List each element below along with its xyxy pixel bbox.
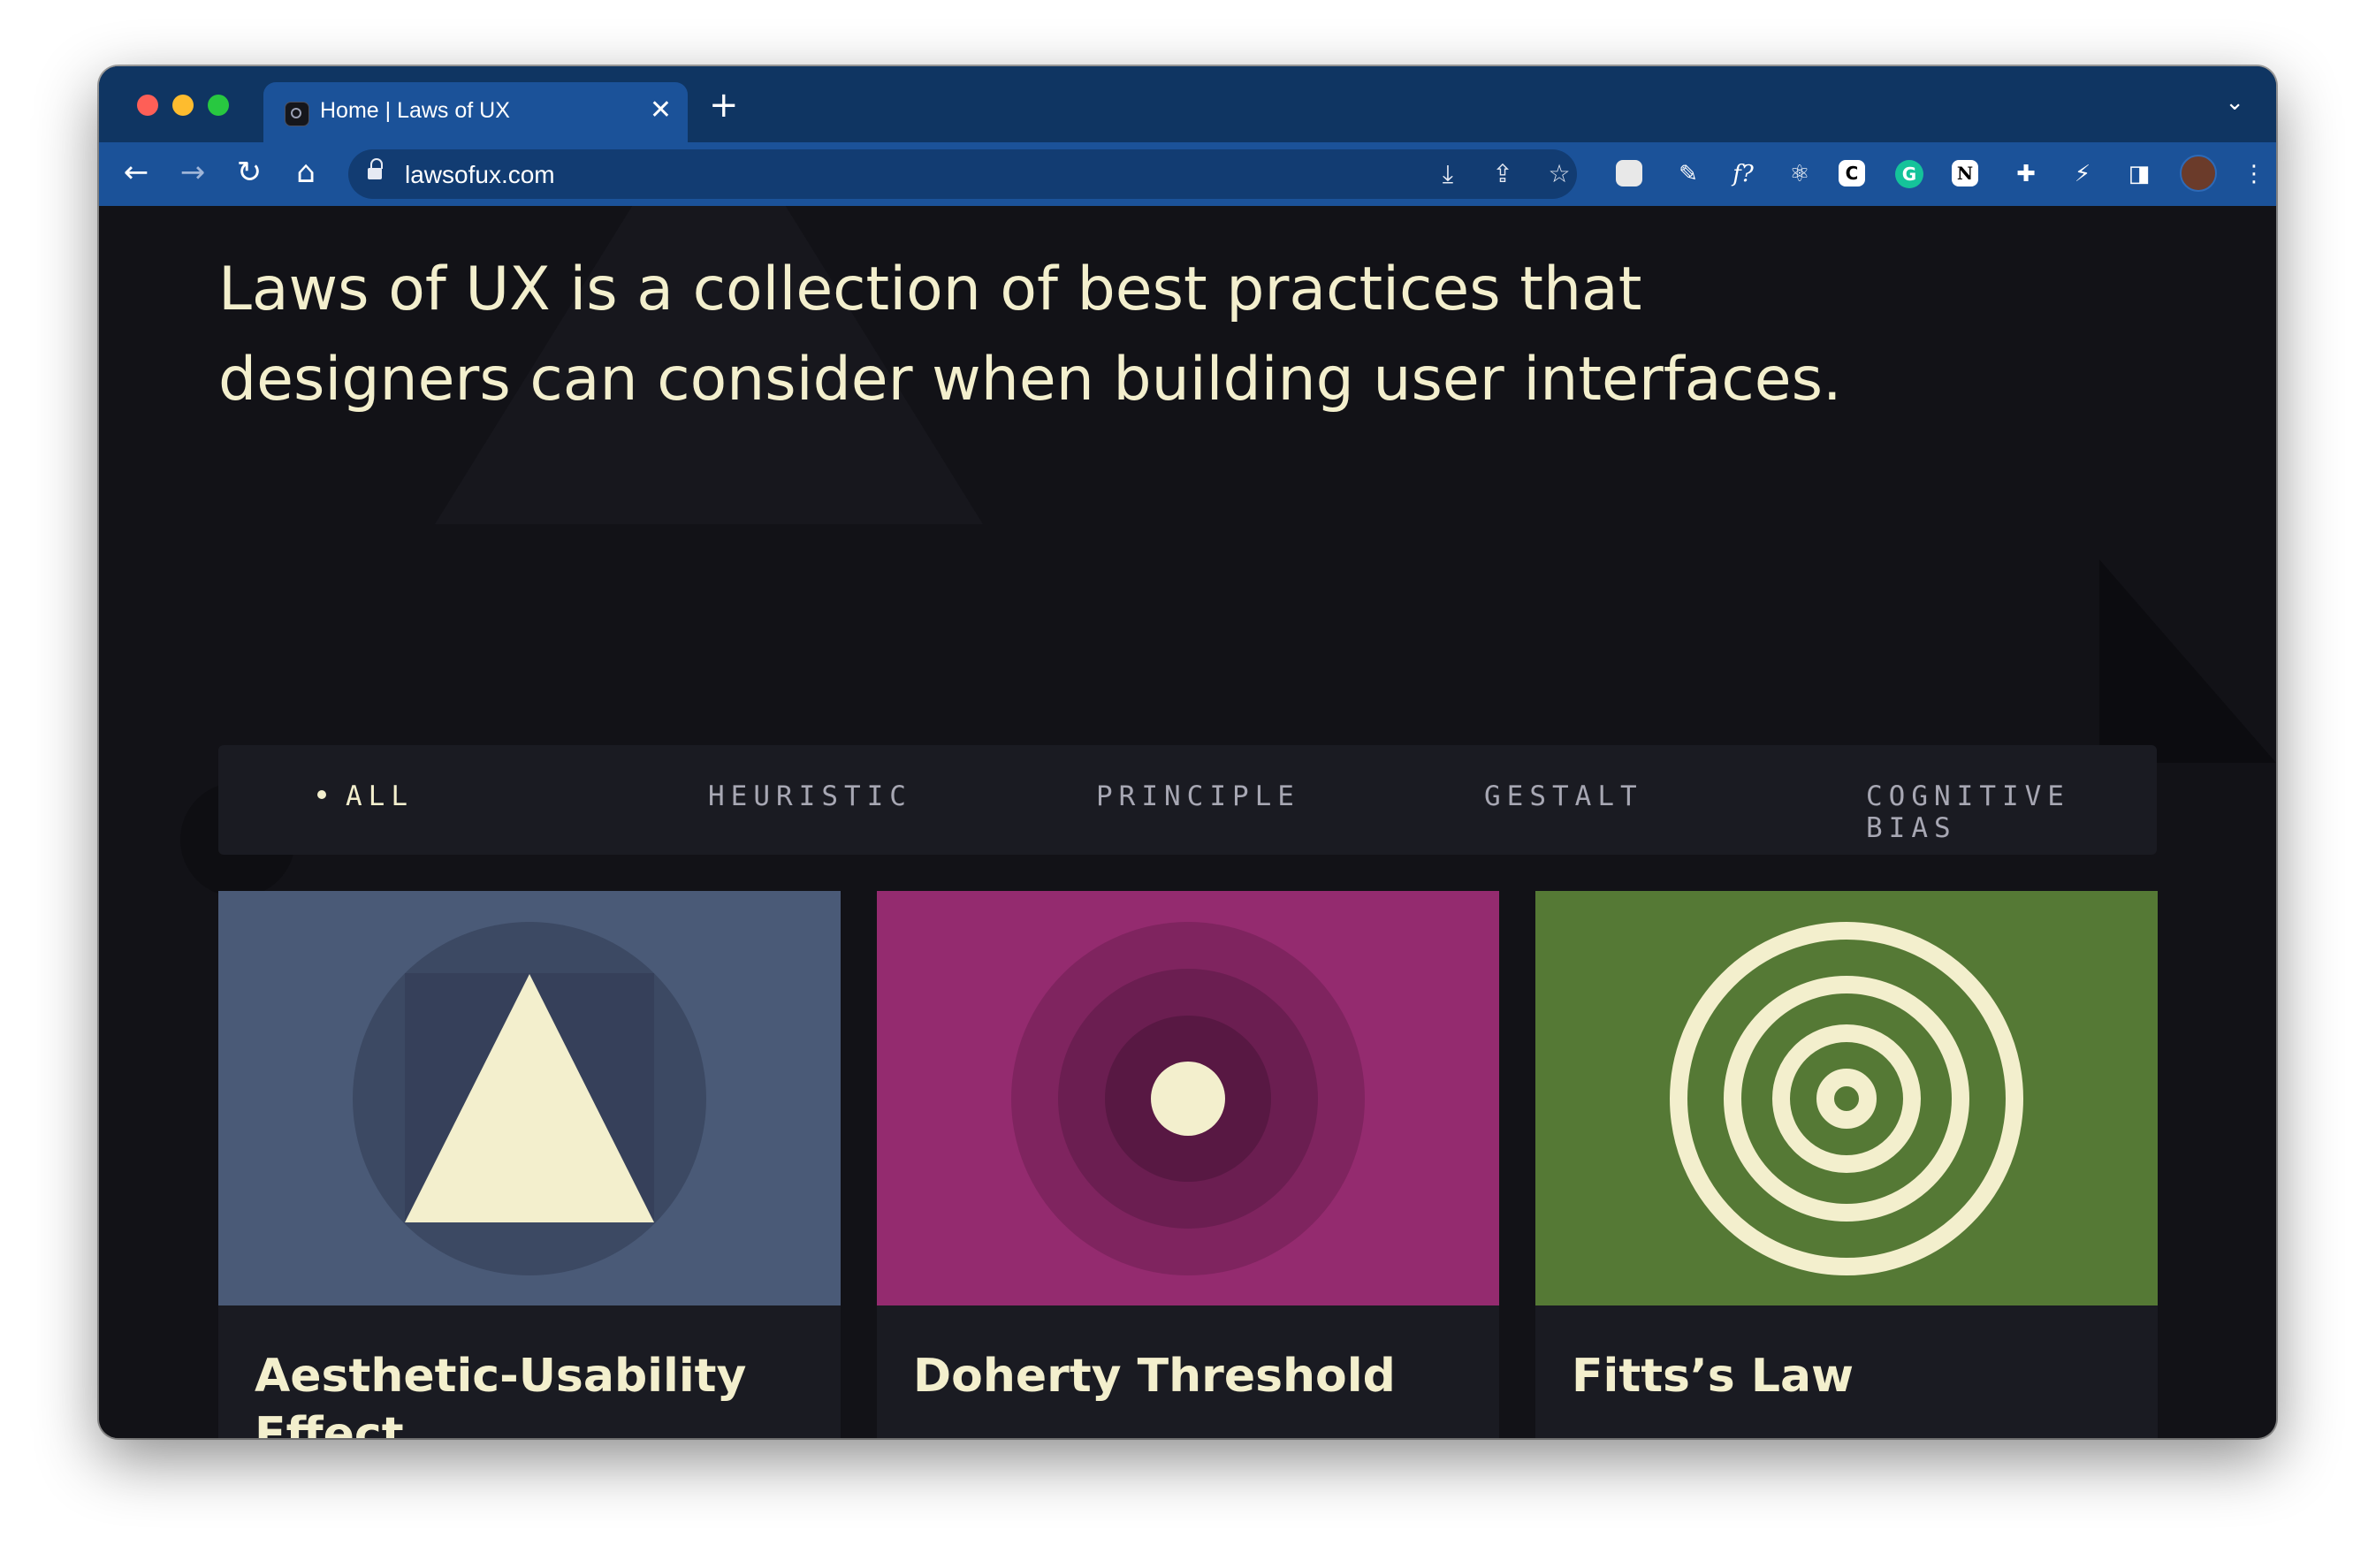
law-card-doherty-threshold[interactable]: Doherty Threshold Productivity soars whe… <box>877 891 1499 1438</box>
extension-notion-icon[interactable]: N <box>1952 160 1978 186</box>
address-bar[interactable]: lawsofux.com ⤓ ⇪ ☆ <box>348 149 1577 199</box>
card-description: Productivity soars when a <box>913 1428 1479 1438</box>
maximize-window-button[interactable] <box>208 95 229 116</box>
extension-eyedropper-icon[interactable]: ✎ <box>1671 156 1706 192</box>
card-description: The time to acquire a target is a <box>1572 1428 2137 1438</box>
filter-label: ALL <box>346 780 414 812</box>
tab-close-icon[interactable]: ✕ <box>650 95 672 126</box>
browser-window: Home | Laws of UX ✕ + ⌄ ← → ↻ ⌂ lawsofux… <box>99 66 2276 1438</box>
concentric-dot-icon <box>1011 922 1365 1275</box>
browser-toolbar: ← → ↻ ⌂ lawsofux.com ⤓ ⇪ ☆ ✎ f? ⚛ C G N … <box>99 142 2276 206</box>
title-bar: Home | Laws of UX ✕ + ⌄ <box>99 66 2276 142</box>
tab-title: Home | Laws of UX <box>320 98 510 123</box>
back-arrow-icon[interactable]: ← <box>118 155 154 190</box>
close-window-button[interactable] <box>137 95 158 116</box>
card-title: Fitts’s Law <box>1572 1350 1854 1403</box>
card-title: Aesthetic-Usability Effect <box>255 1350 747 1438</box>
forward-arrow-icon[interactable]: → <box>175 155 210 190</box>
extension-bolt-icon[interactable]: ⚡ <box>2065 156 2100 192</box>
card-art <box>877 891 1499 1305</box>
filter-all[interactable]: ALL <box>317 780 414 812</box>
laws-of-ux-favicon-icon <box>285 102 309 126</box>
bookmark-star-icon[interactable]: ☆ <box>1542 156 1577 192</box>
browser-tab-active[interactable]: Home | Laws of UX ✕ <box>263 82 688 142</box>
new-tab-button[interactable]: + <box>709 88 739 123</box>
triangle-in-circle-icon <box>353 922 706 1275</box>
install-app-icon[interactable]: ⤓ <box>1430 156 1466 192</box>
law-card-aesthetic-usability[interactable]: Aesthetic-Usability Effect <box>218 891 841 1438</box>
share-icon[interactable]: ⇪ <box>1485 156 1520 192</box>
profile-avatar[interactable] <box>2180 155 2217 192</box>
side-panel-icon[interactable]: ◨ <box>2121 156 2157 192</box>
card-title: Doherty Threshold <box>913 1350 1396 1403</box>
extensions-puzzle-icon[interactable]: ✚ <box>2008 156 2044 192</box>
tab-search-chevron-icon[interactable]: ⌄ <box>2225 89 2244 116</box>
extension-c-icon[interactable]: C <box>1839 160 1865 186</box>
category-filter-bar: ALL HEURISTIC PRINCIPLE GESTALT COGNITIV… <box>218 745 2157 855</box>
url-text[interactable]: lawsofux.com <box>405 161 555 189</box>
browser-menu-icon[interactable]: ⋮ <box>2236 156 2272 192</box>
hero-intro-text: Laws of UX is a collection of best pract… <box>218 255 1842 415</box>
card-art <box>218 891 841 1305</box>
background-corner-decoration <box>2099 559 2276 763</box>
minimize-window-button[interactable] <box>172 95 194 116</box>
card-art <box>1535 891 2158 1305</box>
extension-react-icon[interactable]: ⚛ <box>1782 156 1817 192</box>
extension-font-identifier-icon[interactable]: f? <box>1725 156 1761 192</box>
filter-cognitive-bias[interactable]: COGNITIVE BIAS <box>1866 780 2157 844</box>
law-card-fitts-law[interactable]: Fitts’s Law The time to acquire a target… <box>1535 891 2158 1438</box>
active-filter-dot-icon <box>317 789 326 799</box>
lock-icon[interactable] <box>368 158 383 181</box>
extension-grammarly-icon[interactable]: G <box>1895 160 1923 188</box>
filter-heuristic[interactable]: HEURISTIC <box>708 780 912 812</box>
extension-colorful-grid-icon[interactable] <box>1616 160 1642 186</box>
reload-icon[interactable]: ↻ <box>232 155 267 190</box>
home-icon[interactable]: ⌂ <box>288 155 324 190</box>
filter-gestalt[interactable]: GESTALT <box>1484 780 1643 812</box>
web-page: Laws of UX is a collection of best pract… <box>99 206 2276 1438</box>
filter-principle[interactable]: PRINCIPLE <box>1096 780 1300 812</box>
